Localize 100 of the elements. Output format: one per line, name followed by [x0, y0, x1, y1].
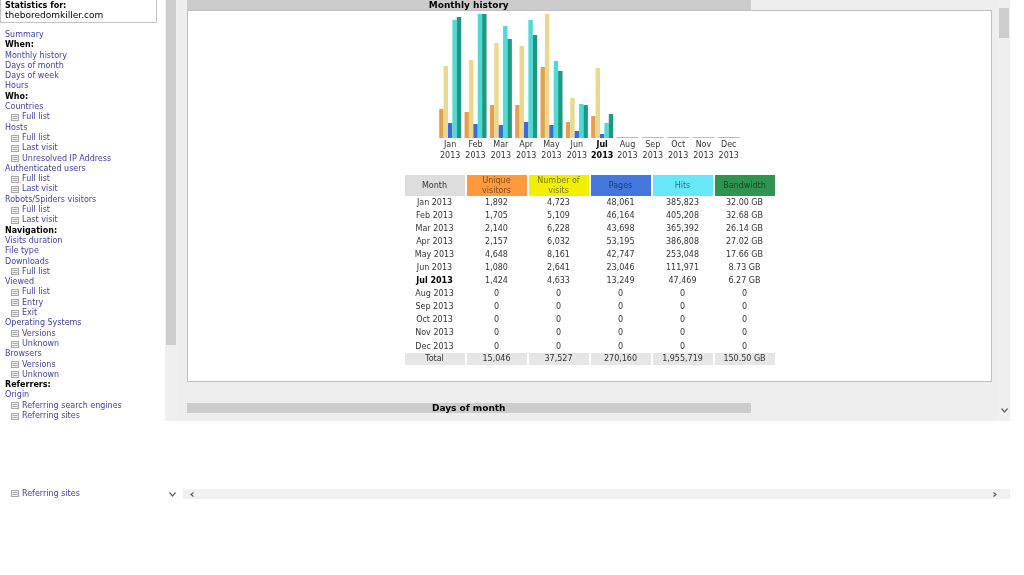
sidebar-link[interactable]: Monthly history	[5, 50, 68, 60]
month-axis-label: Jan 2013	[439, 140, 462, 161]
sidebar-sublink[interactable]: Unknown	[22, 369, 60, 381]
table-cell-text: 0	[740, 327, 749, 340]
sidebar-sublink[interactable]: Full list	[22, 112, 50, 123]
table-cell-text: 0	[678, 314, 687, 327]
sidebar-link[interactable]: Hosts	[5, 122, 28, 132]
sidebar-sublink[interactable]: Full list	[22, 266, 50, 278]
list-icon	[11, 175, 19, 183]
sidebar-sublink[interactable]: Last visit	[22, 184, 58, 195]
list-icon	[11, 206, 19, 214]
column-header: Number of visits	[528, 175, 589, 196]
sidebar-sublink[interactable]: Full list	[22, 174, 50, 185]
table-cell-text: 1,892	[484, 196, 509, 209]
table-cell-text: Dec 2013	[414, 340, 455, 353]
sidebar-link[interactable]: Browsers	[5, 349, 42, 359]
sidebar-sublink[interactable]: Referring sites	[22, 411, 80, 421]
total-cell: 1,955,719	[652, 353, 713, 366]
table-cell-text: 1,080	[484, 262, 509, 274]
site-name: theboredomkiller.com	[5, 10, 105, 20]
horizontal-scrollbar[interactable]	[183, 489, 1010, 499]
section-title: Monthly history	[428, 0, 509, 10]
sidebar-link[interactable]: Countries	[5, 102, 44, 112]
table-cell-text: 26.14 GB	[724, 222, 765, 235]
sidebar-sublink[interactable]: Unresolved IP Address	[22, 153, 112, 164]
sidebar-link[interactable]: Viewed	[5, 277, 34, 287]
sidebar-sublink[interactable]: Last visit	[22, 143, 58, 154]
table-cell-text: Feb 2013	[414, 209, 455, 222]
total-cell: 37,527	[528, 353, 589, 366]
table-cell-text: 4,633	[546, 275, 571, 288]
list-icon	[11, 340, 19, 348]
table-cell-text: 0	[492, 314, 501, 327]
sidebar-sublink[interactable]: Full list	[22, 287, 50, 298]
table-cell-text: 0	[616, 288, 625, 301]
sidebar-sublink[interactable]: Full list	[22, 205, 50, 216]
sidebar-sublink[interactable]: Unknown	[22, 338, 60, 350]
sidebar-link[interactable]: Robots/Spiders visitors	[5, 194, 97, 204]
chevron-down-icon[interactable]	[169, 491, 176, 497]
table-cell-text: Oct 2013	[415, 314, 454, 327]
list-icon	[11, 299, 19, 307]
sidebar-sublink[interactable]: Referring search engines	[22, 400, 122, 411]
column-header: Pages	[590, 175, 651, 196]
sidebar-link[interactable]: Summary	[5, 30, 44, 39]
sidebar-sublink[interactable]: Referring sites	[22, 488, 80, 500]
table-cell-text: 0	[554, 314, 563, 327]
month-axis-label: May 2013	[540, 140, 563, 161]
table-cell-text: 253,048	[664, 248, 701, 261]
list-icon	[11, 144, 19, 152]
scrollbar-thumb[interactable]	[999, 8, 1009, 38]
sidebar-link[interactable]: Authenticated users	[5, 163, 86, 173]
month-axis-label: Dec 2013	[717, 140, 740, 161]
sidebar-link[interactable]: File type	[5, 246, 39, 256]
sidebar-link[interactable]: Downloads	[5, 256, 49, 266]
chevron-down-icon[interactable]	[1000, 408, 1008, 413]
column-header: Month	[404, 175, 465, 196]
month-axis-label: Nov 2013	[692, 140, 715, 161]
total-cell: 270,160	[590, 353, 651, 366]
table-cell-text: 2,641	[546, 262, 571, 274]
month-axis-label: Jul 2013	[590, 140, 615, 161]
list-icon	[11, 186, 19, 194]
sidebar-link[interactable]: Origin	[5, 390, 30, 400]
chevron-right-icon[interactable]	[991, 491, 998, 497]
vertical-scrollbar[interactable]	[998, 0, 1010, 421]
column-header: Hits	[652, 175, 713, 196]
sidebar-sublink[interactable]: Exit	[22, 308, 38, 319]
sidebar-sublink[interactable]: Entry	[22, 297, 44, 308]
table-cell-text: 0	[616, 327, 625, 340]
list-icon	[11, 402, 19, 410]
total-cell: 150.50 GB	[714, 353, 775, 366]
vertical-scrollbar[interactable]	[165, 0, 177, 421]
table-cell-text: 6,228	[546, 222, 571, 235]
table-cell-text: 5,109	[546, 209, 571, 222]
table-cell-text: 386,808	[664, 235, 701, 248]
sidebar-link[interactable]: Operating Systems	[5, 318, 82, 328]
chevron-left-icon[interactable]	[189, 491, 196, 497]
table-cell-text: 2,140	[484, 222, 509, 235]
table-cell-text: 0	[554, 340, 563, 353]
sidebar-sublink[interactable]: Full list	[22, 132, 50, 144]
sidebar-sublink[interactable]: Versions	[22, 328, 56, 339]
table-cell-text: 0	[554, 288, 563, 301]
list-icon	[11, 217, 19, 224]
table-cell-text: 365,392	[664, 222, 701, 235]
list-icon	[11, 268, 19, 276]
sidebar-link[interactable]: Visits duration	[5, 235, 63, 245]
sidebar-link[interactable]: Hours	[5, 81, 29, 91]
statistics-label: Statistics for:	[5, 1, 68, 10]
table-cell-text: 0	[554, 301, 563, 314]
scrollbar-thumb[interactable]	[166, 0, 176, 345]
table-cell-text: 27.02 GB	[724, 235, 765, 248]
table-cell-text: 4,723	[546, 196, 571, 209]
table-cell-text: 32.00 GB	[724, 196, 765, 209]
sidebar-sublink[interactable]: Last visit	[22, 215, 58, 226]
total-cell: 15,046	[466, 353, 527, 366]
sidebar-link[interactable]: Days of week	[5, 71, 59, 81]
table-cell-text: Apr 2013	[415, 235, 454, 248]
sidebar-link[interactable]: Days of month	[5, 60, 64, 70]
sidebar-sublink[interactable]: Versions	[22, 359, 56, 370]
table-cell-text: 385,823	[664, 196, 701, 209]
table-cell-text: 13,249	[605, 275, 636, 288]
table-cell-text: 0	[678, 340, 687, 353]
